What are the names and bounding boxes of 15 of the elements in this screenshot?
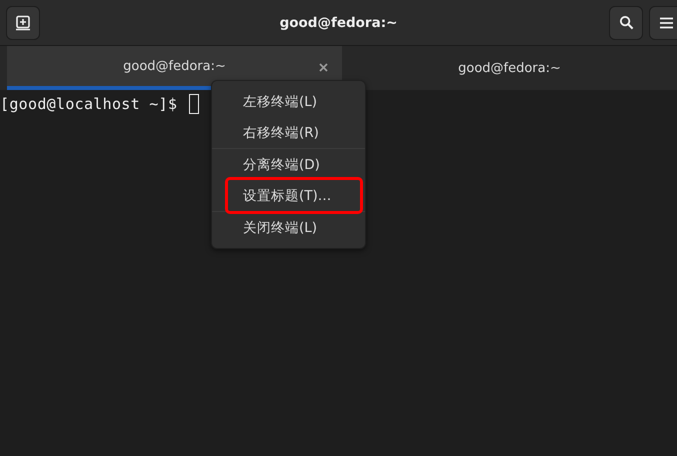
menu-icon xyxy=(660,16,672,28)
search-button[interactable] xyxy=(609,6,643,40)
close-icon[interactable] xyxy=(319,63,328,72)
menu-item[interactable]: 设置标题(T)… xyxy=(228,180,360,211)
search-icon xyxy=(618,15,634,30)
menu-item[interactable]: 关闭终端(L) xyxy=(212,212,360,243)
terminal-tab[interactable]: good@fedora:~ xyxy=(7,46,342,90)
text-cursor xyxy=(189,94,200,114)
new-tab-icon xyxy=(15,14,31,30)
menu-button[interactable] xyxy=(649,6,677,40)
window-title: good@fedora:~ xyxy=(280,14,398,30)
new-tab-button[interactable] xyxy=(6,6,40,40)
shell-prompt: [good@localhost ~]$ xyxy=(0,95,178,113)
menu-item[interactable]: 分离终端(D) xyxy=(212,149,360,180)
menu-item[interactable]: 右移终端(R) xyxy=(212,117,360,148)
